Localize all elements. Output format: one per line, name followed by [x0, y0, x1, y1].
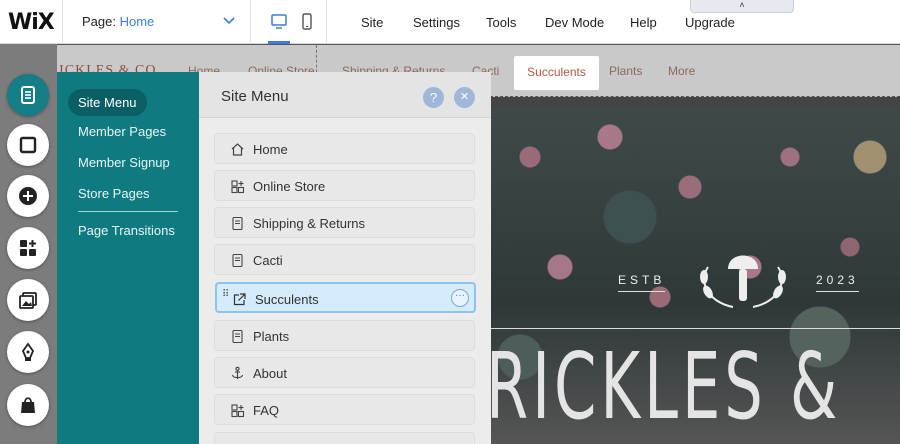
- pages-subnav: Site Menu Member Pages Member Signup Sto…: [57, 72, 199, 444]
- more-actions-icon[interactable]: ···: [451, 289, 469, 307]
- media-icon: [19, 292, 37, 309]
- menu-dev-mode[interactable]: Dev Mode: [545, 15, 604, 30]
- background-icon: [19, 136, 37, 154]
- store-button[interactable]: [7, 384, 49, 426]
- collapse-topbar-button[interactable]: ˄: [690, 0, 794, 13]
- menu-row-label: Plants: [253, 329, 290, 344]
- menu-help[interactable]: Help: [630, 15, 657, 30]
- subnav-page-transitions[interactable]: Page Transitions: [78, 223, 175, 238]
- close-icon[interactable]: ✕: [454, 87, 475, 108]
- add-apps-icon: [20, 240, 36, 256]
- page-selector-label: Page:: [82, 14, 116, 29]
- menu-row-about[interactable]: About: [214, 357, 475, 388]
- subnav-member-pages[interactable]: Member Pages: [78, 124, 166, 139]
- hero-estb-text: ESTB: [618, 273, 666, 292]
- divider: [250, 0, 251, 44]
- subnav-divider: [78, 211, 178, 212]
- menu-row-faq[interactable]: FAQ: [214, 394, 475, 425]
- add-apps-button[interactable]: [7, 227, 49, 269]
- mobile-icon[interactable]: [298, 12, 316, 32]
- hero-section: ESTB 2023 RICKLES &: [490, 97, 900, 444]
- page-selector-value: Home: [119, 14, 155, 29]
- mushroom-wreath-icon: [700, 255, 786, 308]
- desktop-active-indicator: [268, 41, 290, 44]
- pages-icon: [21, 86, 35, 104]
- subnav-store-pages[interactable]: Store Pages: [78, 186, 150, 201]
- menu-row-succulents[interactable]: ⠿ Succulents ···: [215, 282, 476, 313]
- menu-row-label: FAQ: [253, 403, 280, 418]
- panel-header: Site Menu ? ✕: [199, 72, 491, 118]
- hero-year-text: 2023: [816, 273, 859, 292]
- hero-strip: [490, 97, 900, 109]
- background-button[interactable]: [7, 124, 49, 166]
- wix-logo[interactable]: WiX: [8, 10, 55, 35]
- editor-left-toolbar: [0, 44, 57, 444]
- menu-row-label: About: [253, 366, 287, 381]
- subnav-member-signup[interactable]: Member Signup: [78, 155, 170, 170]
- menu-site[interactable]: Site: [361, 15, 383, 30]
- menu-row-online-store[interactable]: Online Store: [214, 170, 475, 201]
- menu-tools[interactable]: Tools: [486, 15, 516, 30]
- menu-settings[interactable]: Settings: [413, 15, 460, 30]
- page-icon: [232, 253, 243, 268]
- site-nav-plants[interactable]: Plants: [609, 64, 642, 78]
- menu-row-shipping-returns[interactable]: Shipping & Returns: [214, 207, 475, 238]
- design-pen-icon: [21, 342, 35, 361]
- site-menu-panel: Site Menu ? ✕ Home Online Store Shipping…: [199, 72, 491, 444]
- menu-row-plants[interactable]: Plants: [214, 320, 475, 351]
- menu-row-cacti[interactable]: Cacti: [214, 244, 475, 275]
- site-nav-more[interactable]: More: [668, 64, 695, 78]
- editor-top-bar: WiX Page: Home Site Settings Tools Dev M…: [0, 0, 900, 44]
- pages-button[interactable]: [7, 74, 49, 116]
- divider: [62, 0, 63, 44]
- store-grid-icon: [231, 404, 245, 418]
- menu-upgrade[interactable]: Upgrade: [685, 15, 735, 30]
- external-link-icon: [233, 293, 246, 306]
- help-icon[interactable]: ?: [423, 87, 444, 108]
- desktop-icon[interactable]: [270, 12, 288, 32]
- panel-title: Site Menu: [221, 88, 289, 105]
- media-button[interactable]: [7, 279, 49, 321]
- hero-divider: [490, 328, 900, 329]
- menu-row-label: Cacti: [253, 253, 283, 268]
- menu-row-home[interactable]: Home: [214, 133, 475, 164]
- menu-row-partial[interactable]: [214, 432, 475, 444]
- design-button[interactable]: [7, 331, 49, 373]
- menu-row-label: Home: [253, 142, 288, 157]
- drag-handle-icon[interactable]: ⠿: [222, 290, 229, 300]
- home-icon: [231, 143, 244, 156]
- hero-title: RICKLES &: [490, 333, 842, 440]
- add-icon: [19, 187, 37, 205]
- store-grid-icon: [231, 180, 245, 194]
- page-icon: [232, 216, 243, 231]
- menu-row-label: Succulents: [255, 292, 319, 307]
- subnav-site-menu[interactable]: Site Menu: [68, 89, 147, 116]
- site-nav-succulents[interactable]: Succulents: [514, 56, 599, 90]
- menu-row-label: Shipping & Returns: [253, 216, 366, 231]
- page-icon: [232, 329, 243, 344]
- divider: [326, 0, 327, 44]
- menu-row-label: Online Store: [253, 179, 326, 194]
- anchor-icon: [231, 366, 244, 379]
- add-button[interactable]: [7, 175, 49, 217]
- chevron-down-icon[interactable]: [222, 13, 236, 27]
- page-selector[interactable]: Page: Home: [82, 14, 154, 29]
- store-bag-icon: [21, 397, 35, 413]
